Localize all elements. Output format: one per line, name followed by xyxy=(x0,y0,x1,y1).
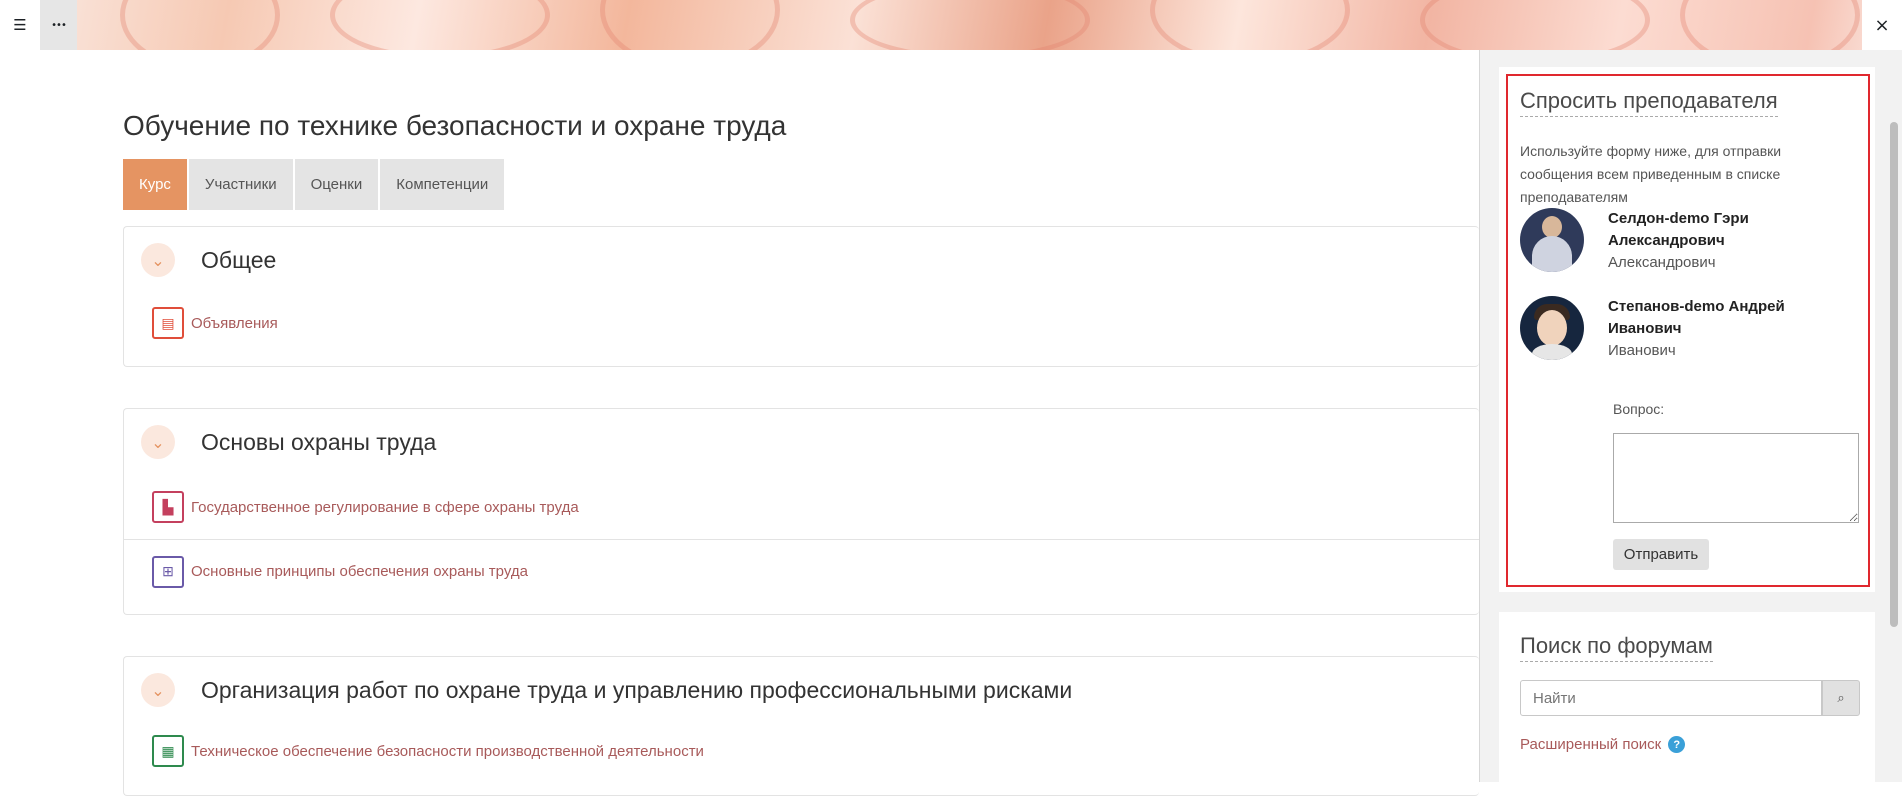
teacher-item[interactable]: Селдон-demo Гэри Александрович Александро… xyxy=(1520,208,1860,274)
hierarchy-icon: ⊞ xyxy=(152,555,184,588)
course-tabs: Курс Участники Оценки Компетенции xyxy=(123,159,506,210)
section-organization: ⌄ Организация работ по охране труда и упр… xyxy=(123,656,1479,796)
course-banner xyxy=(0,0,1902,50)
help-icon[interactable]: ? xyxy=(1668,736,1686,753)
tab-participants[interactable]: Участники xyxy=(188,159,293,210)
send-button[interactable]: Отправить xyxy=(1613,539,1709,570)
section-title: Основы охраны труда xyxy=(201,428,437,455)
teacher-subtitle: Александрович xyxy=(1608,254,1716,271)
chevron-down-icon[interactable]: ⌄ xyxy=(141,425,175,459)
question-textarea[interactable] xyxy=(1613,433,1859,523)
activity-link[interactable]: Объявления xyxy=(191,315,278,332)
section-title: Общее xyxy=(201,246,277,273)
course-index-button[interactable]: ☰ xyxy=(0,0,40,50)
block-description: Используйте форму ниже, для отправки соо… xyxy=(1520,143,1782,205)
tab-competencies[interactable]: Компетенции xyxy=(380,159,505,210)
activity-item[interactable]: ▦ Техническое обеспечение безопасности п… xyxy=(124,723,1479,779)
tab-course[interactable]: Курс xyxy=(123,159,187,210)
activity-item[interactable]: ⊞ Основные принципы обеспечения охраны т… xyxy=(124,539,1479,603)
chevron-down-icon[interactable]: ⌄ xyxy=(141,673,175,707)
teacher-name[interactable]: Селдон-demo Гэри Александрович xyxy=(1608,208,1860,252)
advanced-search-link[interactable]: Расширенный поиск? xyxy=(1520,736,1686,753)
close-drawer-button[interactable]: × xyxy=(1862,0,1902,50)
teacher-subtitle: Иванович xyxy=(1608,342,1676,359)
search-button[interactable]: ⌕ xyxy=(1822,680,1860,716)
more-options-button[interactable]: ••• xyxy=(40,0,77,50)
page-title: Обучение по технике безопасности и охран… xyxy=(123,110,787,141)
section-general: ⌄ Общее ▤ Объявления xyxy=(123,226,1479,367)
forum-search-block: Поиск по форумам ⌕ Расширенный поиск? xyxy=(1499,612,1875,782)
advanced-search-label[interactable]: Расширенный поиск xyxy=(1520,736,1661,753)
ask-teacher-block: Спросить преподавателя Используйте форму… xyxy=(1499,67,1875,592)
activity-link[interactable]: Техническое обеспечение безопасности про… xyxy=(191,743,704,760)
forum-icon: ▤ xyxy=(152,307,184,339)
list-icon: ☰ xyxy=(13,16,27,34)
avatar xyxy=(1520,296,1584,360)
section-title: Организация работ по охране труда и упра… xyxy=(201,676,1073,703)
scrollbar[interactable] xyxy=(1890,122,1898,627)
book-icon: ▦ xyxy=(152,735,184,767)
close-icon: × xyxy=(1874,14,1890,36)
block-title: Поиск по форумам xyxy=(1520,633,1713,662)
block-title: Спросить преподавателя xyxy=(1520,88,1778,117)
teacher-item[interactable]: Степанов-demo Андрей Иванович Иванович xyxy=(1520,296,1860,362)
activity-item[interactable]: ▤ Объявления xyxy=(124,293,1479,353)
chevron-down-icon[interactable]: ⌄ xyxy=(141,243,175,277)
avatar xyxy=(1520,208,1584,272)
search-icon: ⌕ xyxy=(1837,690,1845,706)
search-input[interactable] xyxy=(1520,680,1822,716)
file-icon: ▙ xyxy=(152,491,184,523)
section-basics: ⌄ Основы охраны труда ▙ Государственное р… xyxy=(123,408,1479,615)
activity-item[interactable]: ▙ Государственное регулирование в сфере … xyxy=(124,475,1479,539)
block-drawer: Спросить преподавателя Используйте форму… xyxy=(1479,50,1902,782)
tab-grades[interactable]: Оценки xyxy=(294,159,379,210)
teacher-name[interactable]: Степанов-demo Андрей Иванович xyxy=(1608,296,1860,340)
more-icon: ••• xyxy=(51,19,67,31)
question-label: Вопрос: xyxy=(1613,401,1665,417)
activity-link[interactable]: Основные принципы обеспечения охраны тру… xyxy=(191,563,528,580)
activity-link[interactable]: Государственное регулирование в сфере ох… xyxy=(191,499,579,516)
